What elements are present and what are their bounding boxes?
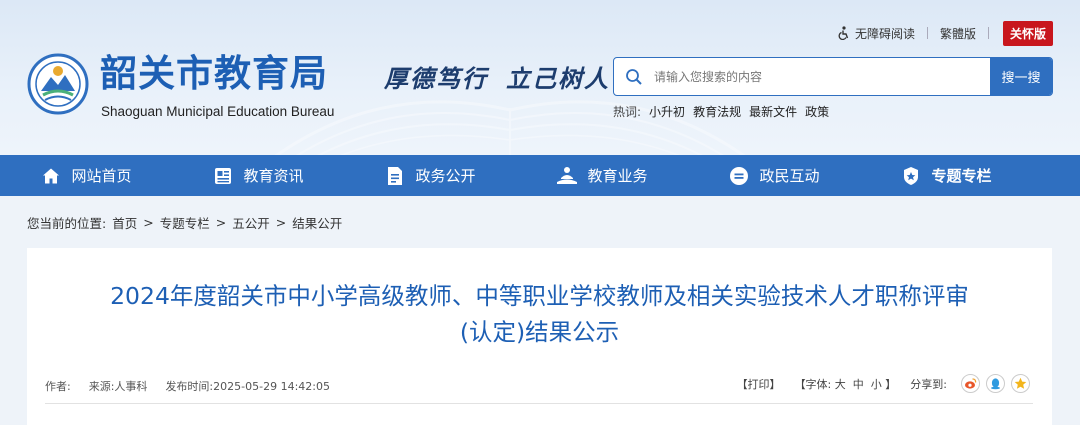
nav-item-news[interactable]: 教育资讯 (172, 155, 344, 196)
nav-item-interaction[interactable]: 政民互动 (688, 155, 860, 196)
home-icon (40, 165, 62, 187)
font-small-link[interactable]: 小 (871, 378, 882, 391)
site-subtitle: Shaoguan Municipal Education Bureau (101, 104, 335, 119)
util-divider (987, 27, 989, 39)
main-nav: 网站首页 教育资讯 政务公开 教育业务 政民互动 专题专栏 (0, 155, 1080, 196)
weibo-icon (965, 378, 977, 389)
nav-item-special-topics[interactable]: 专题专栏 (860, 155, 1032, 196)
share-weibo-button[interactable] (961, 374, 980, 393)
article-title-line-2: (认定)结果公示 (459, 318, 620, 346)
hot-words: 热词: 小升初 教育法规 最新文件 政策 (613, 103, 829, 120)
hot-word-link[interactable]: 教育法规 (693, 103, 741, 120)
print-link[interactable]: 【打印】 (737, 376, 781, 392)
breadcrumb-separator: > (275, 215, 287, 230)
traditional-chinese-link[interactable]: 繁體版 (940, 25, 976, 42)
search-input[interactable] (654, 58, 990, 95)
breadcrumb: 您当前的位置: 首页 > 专题专栏 > 五公开 > 结果公开 (27, 213, 342, 232)
hot-word-link[interactable]: 最新文件 (749, 103, 797, 120)
article-title-line-1: 2024年度韶关市中小学高级教师、中等职业学校教师及相关实验技术人才职称评审 (110, 282, 969, 310)
font-size-prefix: 【字体: (794, 377, 832, 391)
nav-label: 教育资讯 (243, 167, 304, 185)
hot-word-link[interactable]: 政策 (805, 103, 829, 120)
share-label: 分享到: (910, 377, 947, 391)
author-label: 作者: (45, 380, 71, 393)
share-qq-button[interactable] (986, 374, 1005, 393)
care-mode-button[interactable]: 关怀版 (1002, 20, 1053, 46)
accessibility-icon (838, 26, 849, 40)
search-button[interactable]: 搜一搜 (990, 58, 1052, 95)
article-tools: 【打印】 【字体: 大 中 小 】 分享到: (737, 374, 1030, 393)
news-icon (212, 165, 234, 187)
breadcrumb-link-results[interactable]: 结果公开 (292, 213, 342, 232)
site-title[interactable]: 韶关市教育局 (100, 52, 328, 96)
document-icon (384, 165, 406, 187)
font-size-suffix: 】 (885, 377, 897, 391)
article-title: 2024年度韶关市中小学高级教师、中等职业学校教师及相关实验技术人才职称评审 (… (27, 278, 1052, 350)
hot-words-label: 热词: (613, 105, 642, 119)
nav-item-education-services[interactable]: 教育业务 (516, 155, 688, 196)
qq-icon (991, 378, 1000, 390)
traditional-label: 繁體版 (939, 26, 976, 41)
source-label: 来源:人事科 (88, 380, 148, 393)
font-size-controls: 【字体: 大 中 小 】 (795, 376, 897, 392)
nav-label: 政民互动 (759, 167, 820, 185)
article-meta: 作者: 来源:人事科 发布时间:2025-05-29 14:42:05 (45, 378, 330, 394)
nav-item-home[interactable]: 网站首页 (0, 155, 172, 196)
breadcrumb-link-home[interactable]: 首页 (112, 213, 137, 232)
nav-label: 政务公开 (415, 167, 476, 185)
accessibility-label: 无障碍阅读 (854, 26, 915, 41)
share-qzone-button[interactable] (1011, 374, 1030, 393)
publish-time: 发布时间:2025-05-29 14:42:05 (165, 380, 330, 393)
breadcrumb-separator: > (143, 215, 154, 230)
search-box: 搜一搜 (613, 57, 1053, 96)
breadcrumb-link-special-topics[interactable]: 专题专栏 (160, 213, 210, 232)
slogan-part-2: 立己树人 (506, 64, 610, 93)
share-icons (961, 374, 1030, 393)
qzone-star-icon (1014, 377, 1027, 389)
accessibility-link[interactable]: 无障碍阅读 (837, 25, 915, 42)
nav-item-government-affairs[interactable]: 政务公开 (344, 155, 516, 196)
breadcrumb-separator: > (215, 215, 227, 230)
site-header: 韶关市教育局 Shaoguan Municipal Education Bure… (0, 0, 1080, 155)
breadcrumb-link-five-public[interactable]: 五公开 (232, 213, 270, 232)
breadcrumb-prefix: 您当前的位置: (27, 216, 107, 231)
nav-label: 网站首页 (71, 167, 132, 185)
hot-word-link[interactable]: 小升初 (649, 103, 685, 120)
util-divider (926, 27, 928, 39)
slogan-part-1: 厚德笃行 (384, 64, 488, 93)
nav-label: 专题专栏 (931, 167, 992, 185)
article-panel: 2024年度韶关市中小学高级教师、中等职业学校教师及相关实验技术人才职称评审 (… (27, 248, 1052, 425)
font-medium-link[interactable]: 中 (853, 378, 864, 391)
search-icon (626, 68, 642, 85)
search-icon-wrap (614, 58, 654, 95)
nav-label: 教育业务 (587, 167, 648, 185)
service-icon (556, 165, 578, 187)
badge-icon (900, 165, 922, 187)
utility-bar: 无障碍阅读 繁體版 关怀版 (837, 20, 1053, 46)
bureau-logo-icon[interactable] (27, 53, 89, 115)
article-divider (45, 403, 1033, 404)
slogan: 厚德笃行 立己树人 (384, 64, 628, 94)
font-large-link[interactable]: 大 (835, 378, 846, 391)
chat-icon (728, 165, 750, 187)
